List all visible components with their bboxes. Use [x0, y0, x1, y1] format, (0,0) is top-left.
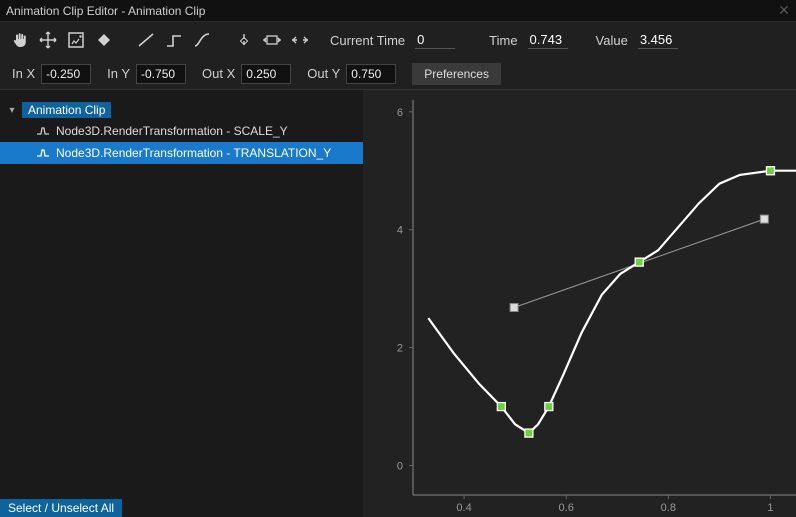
svg-text:0: 0 — [397, 461, 403, 473]
svg-text:2: 2 — [397, 343, 403, 355]
out-y-input[interactable] — [346, 64, 396, 84]
svg-text:0.8: 0.8 — [661, 502, 676, 514]
tree-expander-icon[interactable]: ▾ — [6, 105, 18, 116]
value-input[interactable]: 3.456 — [638, 32, 678, 49]
tree-track-row[interactable]: Node3D.RenderTransformation - SCALE_Y — [0, 120, 363, 142]
svg-text:0.6: 0.6 — [559, 502, 574, 514]
window-title: Animation Clip Editor - Animation Clip — [6, 4, 205, 18]
in-x-input[interactable] — [41, 64, 91, 84]
track-tree: ▾ Animation Clip Node3D.RenderTransforma… — [0, 90, 363, 517]
tree-track-row[interactable]: Node3D.RenderTransformation - TRANSLATIO… — [0, 142, 363, 164]
close-icon[interactable]: ✕ — [776, 2, 792, 18]
time-label: Time — [489, 33, 517, 48]
fit-both-icon[interactable] — [288, 28, 312, 52]
in-x-label: In X — [12, 66, 35, 81]
out-y-label: Out Y — [307, 66, 340, 81]
svg-text:1: 1 — [767, 502, 773, 514]
in-y-input[interactable] — [136, 64, 186, 84]
track-icon — [36, 146, 50, 160]
track-label: Node3D.RenderTransformation - SCALE_Y — [56, 124, 288, 138]
out-x-input[interactable] — [241, 64, 291, 84]
step-tangent-icon[interactable] — [162, 28, 186, 52]
current-time-label: Current Time — [330, 33, 405, 48]
preferences-button[interactable]: Preferences — [412, 63, 501, 85]
curve-graph[interactable]: 0 2 4 6 0.4 0.6 0.8 1 — [363, 90, 796, 517]
linear-tangent-icon[interactable] — [134, 28, 158, 52]
current-time-value[interactable]: 0 — [415, 32, 455, 49]
snap-key-icon[interactable] — [232, 28, 256, 52]
hand-icon[interactable] — [8, 28, 32, 52]
diamond-key-icon[interactable] — [92, 28, 116, 52]
out-x-label: Out X — [202, 66, 235, 81]
track-label: Node3D.RenderTransformation - TRANSLATIO… — [56, 146, 331, 160]
curve-tangent-icon[interactable] — [190, 28, 214, 52]
fit-horizontal-icon[interactable] — [260, 28, 284, 52]
in-y-label: In Y — [107, 66, 130, 81]
select-unselect-all-button[interactable]: Select / Unselect All — [0, 499, 122, 517]
tree-root-label[interactable]: Animation Clip — [22, 102, 111, 118]
svg-text:0.4: 0.4 — [456, 502, 471, 514]
time-value[interactable]: 0.743 — [528, 32, 568, 49]
move-icon[interactable] — [36, 28, 60, 52]
frame-icon[interactable] — [64, 28, 88, 52]
svg-text:6: 6 — [397, 107, 403, 119]
svg-text:4: 4 — [397, 225, 403, 237]
track-icon — [36, 124, 50, 138]
value-label: Value — [596, 33, 628, 48]
